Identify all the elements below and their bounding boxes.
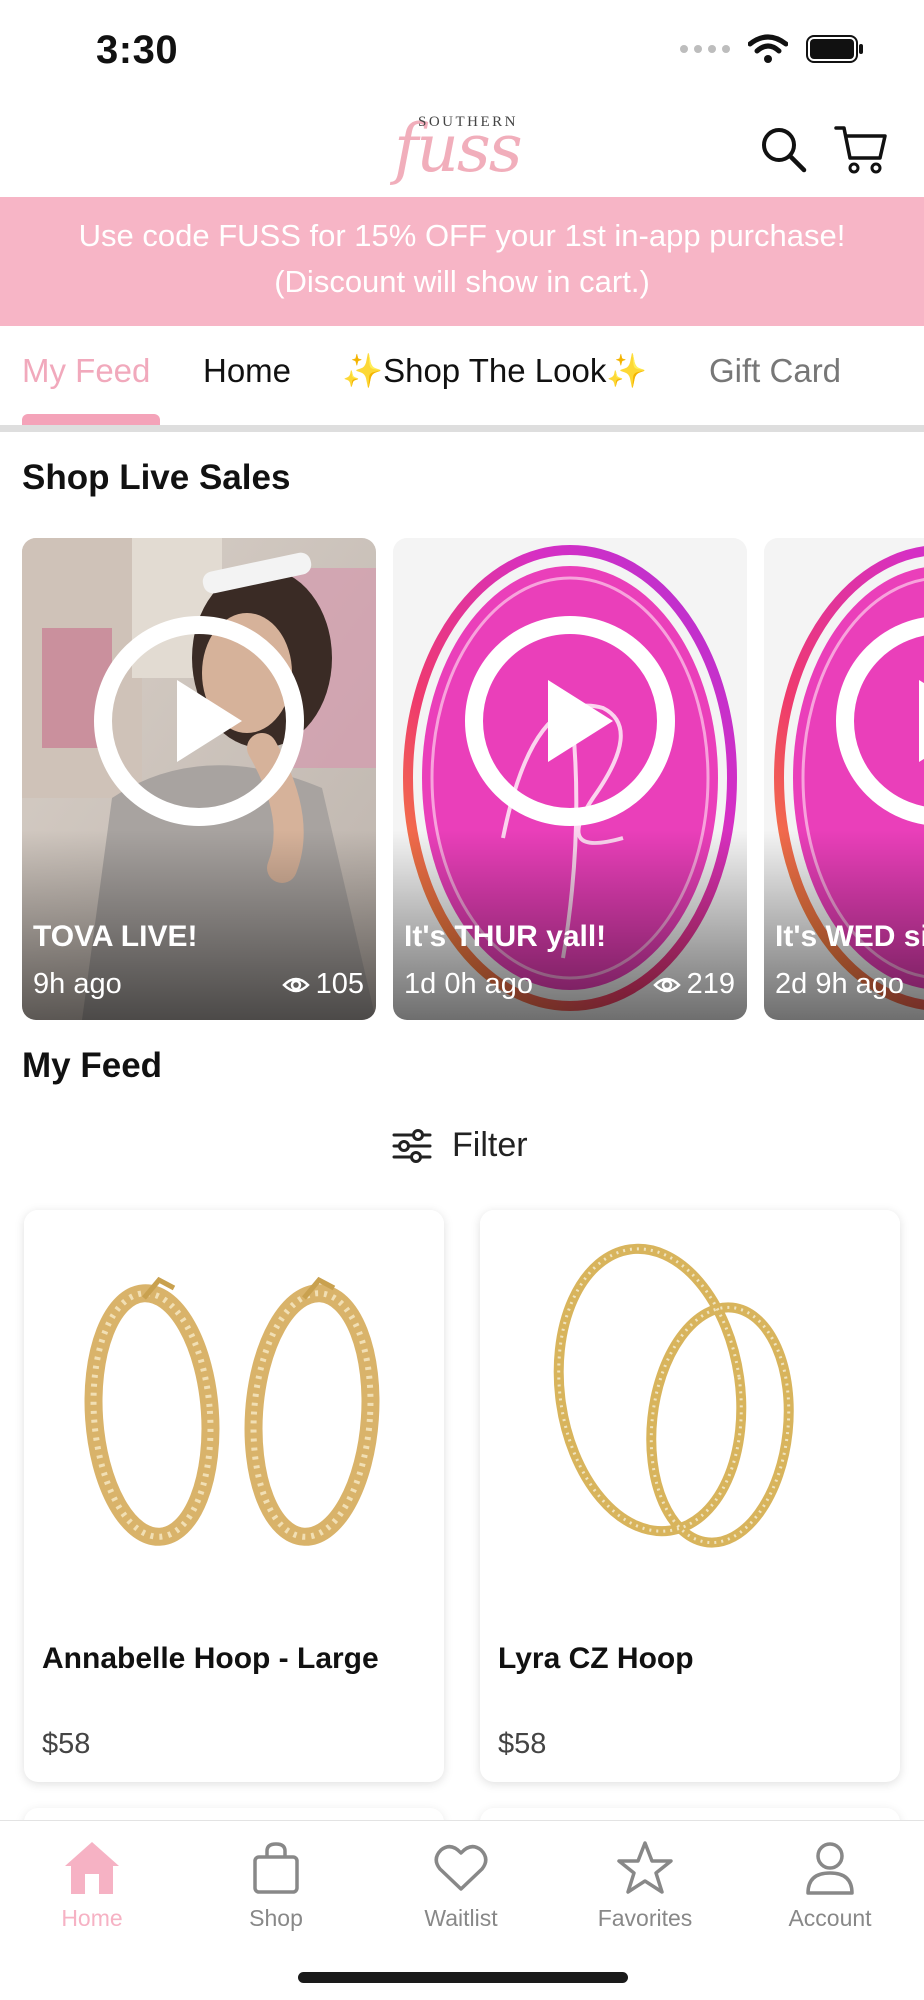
cart-button[interactable] bbox=[834, 122, 888, 176]
sliders-icon bbox=[392, 1128, 432, 1163]
search-icon bbox=[762, 128, 807, 173]
nav-home[interactable]: Home bbox=[17, 1837, 167, 1932]
play-icon[interactable] bbox=[834, 614, 924, 828]
play-icon[interactable] bbox=[463, 614, 677, 828]
tab-home[interactable]: Home bbox=[203, 352, 291, 390]
tab-shop-the-look[interactable]: ✨Shop The Look✨ bbox=[342, 352, 647, 391]
view-count: 219 bbox=[652, 968, 735, 1001]
heart-icon bbox=[434, 1844, 488, 1891]
promo-line-2: (Discount will show in cart.) bbox=[274, 264, 650, 299]
wifi-icon bbox=[748, 34, 788, 63]
home-icon bbox=[65, 1842, 119, 1894]
live-time: 2d 9h ago bbox=[775, 968, 905, 1000]
nav-account-label: Account bbox=[788, 1905, 872, 1931]
live-card[interactable]: It's WED si 2d 9h ago bbox=[764, 538, 924, 1020]
home-indicator[interactable] bbox=[298, 1972, 628, 1983]
my-feed-heading: My Feed bbox=[22, 1046, 163, 1085]
status-icons bbox=[680, 34, 864, 64]
nav-waitlist[interactable]: Waitlist bbox=[386, 1837, 536, 1932]
app-header: fuss SOUTHERN bbox=[0, 100, 924, 196]
filter-label: Filter bbox=[452, 1126, 528, 1164]
bag-icon bbox=[253, 1842, 299, 1894]
view-count: 105 bbox=[281, 968, 364, 1001]
eye-icon bbox=[281, 977, 310, 992]
product-image bbox=[480, 1210, 900, 1610]
star-icon bbox=[617, 1841, 673, 1894]
cellular-signal-icon bbox=[680, 45, 730, 53]
promo-line-1: Use code FUSS for 15% OFF your 1st in-ap… bbox=[78, 218, 846, 253]
nav-home-label: Home bbox=[61, 1905, 123, 1931]
nav-shop-label: Shop bbox=[249, 1905, 303, 1931]
active-tab-indicator bbox=[22, 414, 160, 425]
product-price: $58 bbox=[498, 1728, 547, 1760]
live-sales-carousel[interactable]: TOVA LIVE! 9h ago 105 It's THUR yall! 1d… bbox=[0, 538, 924, 1020]
product-name: Annabelle Hoop - Large bbox=[42, 1642, 379, 1675]
tab-my-feed[interactable]: My Feed bbox=[22, 352, 150, 390]
product-name: Lyra CZ Hoop bbox=[498, 1642, 694, 1675]
nav-waitlist-label: Waitlist bbox=[424, 1905, 498, 1931]
southern-fuss-logo[interactable]: fuss SOUTHERN bbox=[392, 110, 532, 192]
person-icon bbox=[806, 1842, 854, 1895]
tab-gift-card[interactable]: Gift Card bbox=[709, 352, 841, 390]
live-title: It's THUR yall! bbox=[404, 920, 607, 953]
product-price: $58 bbox=[42, 1728, 91, 1760]
promo-banner[interactable]: Use code FUSS for 15% OFF your 1st in-ap… bbox=[0, 197, 924, 326]
cart-icon bbox=[834, 126, 887, 174]
filter-button[interactable]: Filter bbox=[392, 1126, 528, 1165]
view-count-value: 105 bbox=[315, 968, 364, 1000]
status-time: 3:30 bbox=[96, 28, 179, 72]
nav-shop[interactable]: Shop bbox=[201, 1837, 351, 1932]
status-bar: 3:30 bbox=[0, 0, 924, 100]
live-title: It's WED si bbox=[775, 920, 924, 953]
view-count-value: 219 bbox=[686, 968, 735, 1000]
nav-account[interactable]: Account bbox=[755, 1837, 905, 1932]
product-image bbox=[24, 1210, 444, 1610]
eye-icon bbox=[652, 977, 681, 992]
play-icon[interactable] bbox=[92, 614, 306, 828]
category-tabs: My Feed Home ✨Shop The Look✨ Gift Card bbox=[0, 326, 924, 432]
live-sales-heading: Shop Live Sales bbox=[22, 458, 291, 497]
live-card[interactable]: It's THUR yall! 1d 0h ago 219 bbox=[393, 538, 747, 1020]
product-card[interactable]: Annabelle Hoop - Large $58 bbox=[24, 1210, 444, 1782]
live-card[interactable]: TOVA LIVE! 9h ago 105 bbox=[22, 538, 376, 1020]
live-time: 9h ago bbox=[33, 968, 122, 1000]
product-card[interactable]: Lyra CZ Hoop $58 bbox=[480, 1210, 900, 1782]
battery-icon bbox=[806, 35, 863, 63]
live-time: 1d 0h ago bbox=[404, 968, 534, 1000]
nav-favorites[interactable]: Favorites bbox=[570, 1837, 720, 1932]
search-button[interactable] bbox=[756, 122, 810, 176]
nav-favorites-label: Favorites bbox=[597, 1905, 693, 1931]
header-actions bbox=[756, 122, 888, 176]
live-title: TOVA LIVE! bbox=[33, 920, 198, 953]
logo-top-text: SOUTHERN bbox=[418, 114, 519, 130]
